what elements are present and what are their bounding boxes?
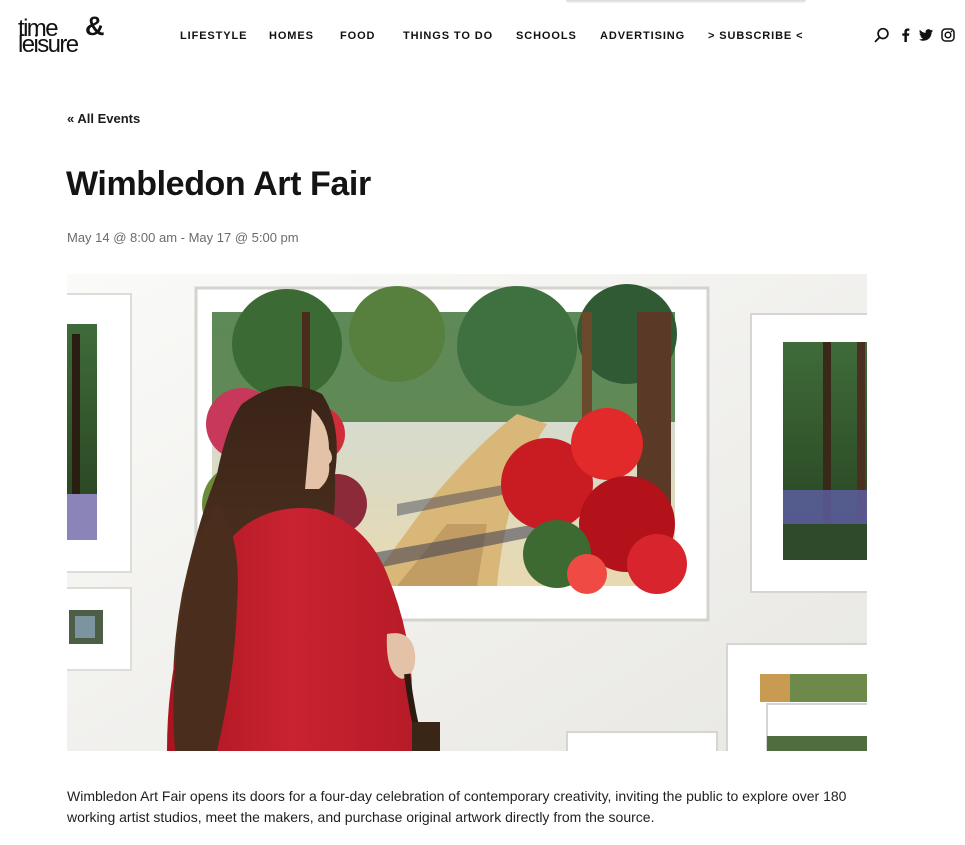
site-logo[interactable]: time & leisure time & leisure — [18, 11, 118, 58]
facebook-icon[interactable] — [898, 27, 914, 43]
instagram-icon[interactable] — [940, 27, 956, 43]
nav-item-subscribe[interactable]: > SUBSCRIBE < — [708, 29, 803, 43]
event-dates: May 14 @ 8:00 am - May 17 @ 5:00 pm — [67, 230, 299, 245]
logo-ampersand: & — [85, 11, 105, 41]
site-header: time & leisure time & leisure LIFESTYLE … — [0, 0, 965, 72]
logo-word-leisure: leisure — [18, 31, 79, 58]
event-description: Wimbledon Art Fair opens its doors for a… — [67, 788, 847, 825]
nav-item-food[interactable]: FOOD — [340, 29, 375, 43]
event-photo — [67, 274, 867, 751]
nav-item-advertising[interactable]: ADVERTISING — [600, 29, 685, 43]
search-icon[interactable] — [874, 27, 890, 43]
nav-item-things-to-do[interactable]: THINGS TO DO — [403, 29, 493, 43]
event-image — [67, 274, 867, 751]
all-events-link[interactable]: « All Events — [67, 111, 140, 126]
nav-item-schools[interactable]: SCHOOLS — [516, 29, 577, 43]
nav-item-homes[interactable]: HOMES — [269, 29, 314, 43]
scroll-shadow — [566, 0, 806, 3]
event-title: Wimbledon Art Fair — [66, 165, 371, 203]
nav-item-lifestyle[interactable]: LIFESTYLE — [180, 29, 247, 43]
twitter-icon[interactable] — [918, 27, 934, 43]
